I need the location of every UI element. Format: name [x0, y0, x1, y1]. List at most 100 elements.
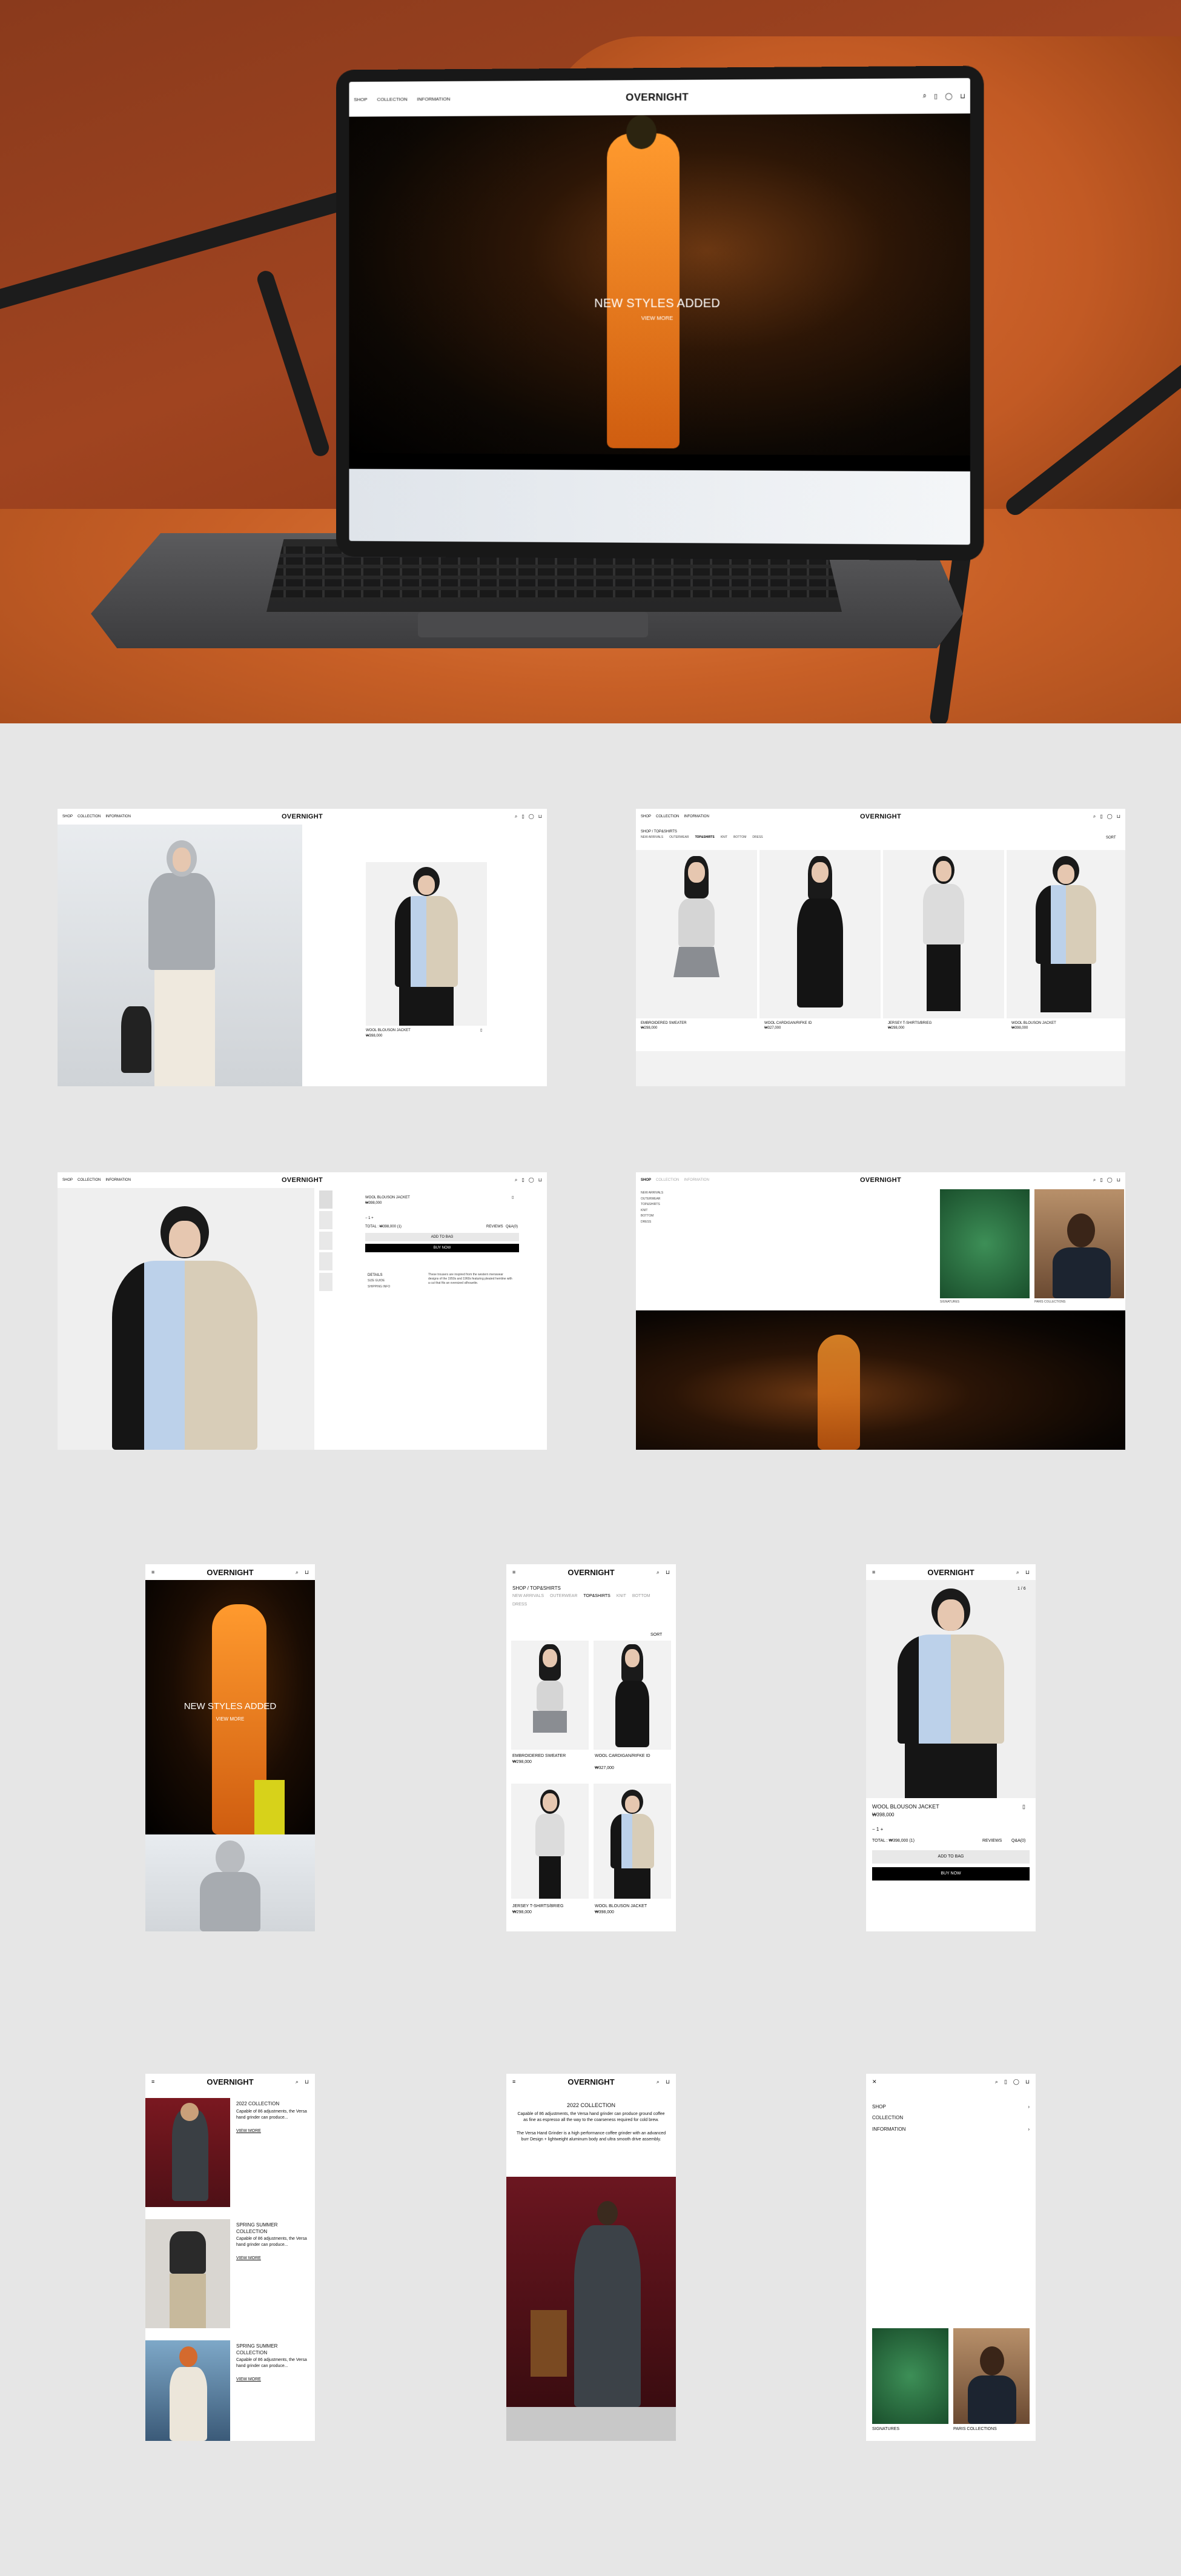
- bag-icon[interactable]: ⊔: [305, 1569, 309, 1576]
- menu-item-dress[interactable]: DRESS: [641, 1220, 663, 1226]
- bookmark-icon[interactable]: ▯: [934, 92, 938, 100]
- brand-logo[interactable]: OVERNIGHT: [626, 91, 689, 104]
- product-card-name[interactable]: WOOL BLOUSON JACKET: [595, 1904, 647, 1910]
- runway-look-image[interactable]: [58, 825, 302, 1086]
- filter-knit[interactable]: KNIT: [617, 1593, 626, 1599]
- reviews-link[interactable]: REVIEWS: [982, 1838, 1002, 1844]
- filter-bottom[interactable]: BOTTOM: [733, 835, 746, 840]
- bookmark-icon[interactable]: ▯: [1100, 814, 1102, 820]
- collection-view-more-link[interactable]: VIEW MORE: [236, 2128, 261, 2134]
- nav-collection[interactable]: COLLECTION: [656, 1178, 679, 1182]
- bag-icon[interactable]: ⊔: [538, 814, 542, 820]
- sort-button[interactable]: SORT: [1106, 835, 1116, 840]
- collection-image[interactable]: [145, 2219, 230, 2328]
- product-card-image[interactable]: [1007, 850, 1125, 1018]
- brand-logo[interactable]: OVERNIGHT: [282, 813, 323, 820]
- product-main-image[interactable]: 1 / 6: [866, 1580, 1036, 1798]
- search-icon[interactable]: ⌕: [657, 2079, 660, 2085]
- filter-top-shirts[interactable]: TOP&SHIRTS: [695, 835, 715, 840]
- nav-collection[interactable]: COLLECTION: [377, 96, 407, 102]
- menu-item-bottom[interactable]: BOTTOM: [641, 1213, 663, 1220]
- product-card-image[interactable]: [636, 1051, 1125, 1086]
- brand-logo[interactable]: OVERNIGHT: [927, 1568, 974, 1577]
- user-icon[interactable]: ◯: [529, 814, 534, 820]
- reviews-link[interactable]: REVIEWS: [486, 1224, 503, 1229]
- filter-top-shirts[interactable]: TOP&SHIRTS: [583, 1593, 610, 1599]
- thumbnail[interactable]: [319, 1190, 332, 1209]
- quantity-stepper[interactable]: − 1 +: [872, 1826, 883, 1833]
- hero-view-more-link[interactable]: VIEW MORE: [349, 315, 970, 321]
- tab-shipping-info[interactable]: SHIPPING INFO: [368, 1285, 390, 1289]
- nav-information[interactable]: INFORMATION: [105, 815, 131, 818]
- filter-outerwear[interactable]: OUTERWEAR: [550, 1593, 577, 1599]
- product-card-image[interactable]: [511, 1784, 589, 1899]
- nav-information[interactable]: INFORMATION: [417, 96, 451, 101]
- search-icon[interactable]: ⌕: [657, 1569, 660, 1576]
- bag-icon[interactable]: ⊔: [305, 2079, 309, 2085]
- menu-icon[interactable]: ≡: [512, 1569, 515, 1575]
- user-icon[interactable]: ◯: [1013, 2079, 1019, 2085]
- product-card-name[interactable]: JERSEY T-SHIRTS/BRIEG: [512, 1904, 563, 1910]
- collection-image[interactable]: [145, 2098, 230, 2207]
- close-icon[interactable]: ✕: [872, 2079, 877, 2085]
- product-card-image[interactable]: [883, 850, 1004, 1018]
- product-card-image[interactable]: [759, 850, 881, 1018]
- bag-icon[interactable]: ⊔: [666, 2079, 670, 2085]
- bookmark-icon[interactable]: ▯: [521, 814, 524, 820]
- nav-information[interactable]: INFORMATION: [684, 1178, 709, 1182]
- buy-now-button[interactable]: BUY NOW: [872, 1867, 1030, 1881]
- bag-icon[interactable]: ⊔: [1117, 814, 1120, 820]
- hero-view-more-link[interactable]: VIEW MORE: [145, 1716, 315, 1722]
- tab-size-guide[interactable]: SIZE GUIDE: [368, 1279, 385, 1283]
- add-to-bag-button[interactable]: ADD TO BAG: [365, 1233, 519, 1241]
- bag-icon[interactable]: ⊔: [538, 1177, 542, 1183]
- brand-logo[interactable]: OVERNIGHT: [860, 813, 901, 820]
- bookmark-icon[interactable]: ▯: [512, 1195, 514, 1200]
- menu-icon[interactable]: ≡: [512, 2079, 515, 2085]
- brand-logo[interactable]: OVERNIGHT: [567, 1568, 614, 1577]
- product-card-image[interactable]: [636, 850, 757, 1018]
- buy-now-button[interactable]: BUY NOW: [365, 1244, 519, 1252]
- bag-icon[interactable]: ⊔: [666, 1569, 670, 1576]
- filter-knit[interactable]: KNIT: [721, 835, 727, 840]
- nav-shop[interactable]: SHOP: [62, 1178, 73, 1182]
- bookmark-icon[interactable]: ▯: [521, 1177, 524, 1183]
- signatures-card-image[interactable]: [872, 2328, 948, 2424]
- paris-collections-card-label[interactable]: PARIS COLLECTIONS: [953, 2426, 997, 2432]
- menu-item-top-shirts[interactable]: TOP&SHIRTS: [641, 1202, 663, 1208]
- filter-bottom[interactable]: BOTTOM: [632, 1593, 650, 1599]
- menu-icon[interactable]: ≡: [872, 1569, 875, 1575]
- nav-collection[interactable]: COLLECTION: [656, 815, 679, 818]
- nav-collection[interactable]: COLLECTION: [78, 1178, 101, 1182]
- menu-item-knit[interactable]: KNIT: [641, 1208, 663, 1214]
- search-icon[interactable]: ⌕: [296, 1569, 299, 1576]
- menu-icon[interactable]: ≡: [151, 2079, 154, 2085]
- nav-information[interactable]: INFORMATION: [105, 1178, 131, 1182]
- bag-icon[interactable]: ⊔: [1025, 2079, 1030, 2085]
- tab-details[interactable]: DETAILS: [368, 1273, 383, 1278]
- paris-collections-card-image[interactable]: [1034, 1189, 1124, 1298]
- collection-view-more-link[interactable]: VIEW MORE: [236, 2377, 261, 2383]
- user-icon[interactable]: ◯: [945, 92, 952, 100]
- nav-shop[interactable]: SHOP: [62, 815, 73, 818]
- brand-logo[interactable]: OVERNIGHT: [207, 2077, 253, 2086]
- sort-button[interactable]: SORT: [650, 1632, 662, 1638]
- signatures-card-image[interactable]: [940, 1189, 1030, 1298]
- menu-item-information[interactable]: INFORMATION ›: [872, 2124, 1030, 2135]
- menu-item-new-arrivals[interactable]: NEW ARRIVALS: [641, 1190, 663, 1197]
- filter-new-arrivals[interactable]: NEW ARRIVALS: [641, 835, 663, 840]
- product-card-name[interactable]: EMBROIDERED SWEATER: [512, 1753, 566, 1759]
- paris-collections-card-image[interactable]: [953, 2328, 1030, 2424]
- product-main-image[interactable]: [58, 1188, 314, 1450]
- menu-item-collection[interactable]: COLLECTION: [872, 2113, 1030, 2123]
- product-card-image[interactable]: [594, 1784, 671, 1899]
- filter-new-arrivals[interactable]: NEW ARRIVALS: [512, 1593, 544, 1599]
- search-icon[interactable]: ⌕: [1016, 1569, 1019, 1576]
- nav-shop[interactable]: SHOP: [354, 96, 367, 102]
- paris-collections-card-label[interactable]: PARIS COLLECTIONS: [1034, 1300, 1065, 1304]
- user-icon[interactable]: ◯: [1107, 814, 1113, 820]
- thumbnail[interactable]: [319, 1211, 332, 1229]
- search-icon[interactable]: ⌕: [515, 1177, 517, 1183]
- collection-view-more-link[interactable]: VIEW MORE: [236, 2256, 261, 2262]
- product-card-image[interactable]: [511, 1641, 589, 1750]
